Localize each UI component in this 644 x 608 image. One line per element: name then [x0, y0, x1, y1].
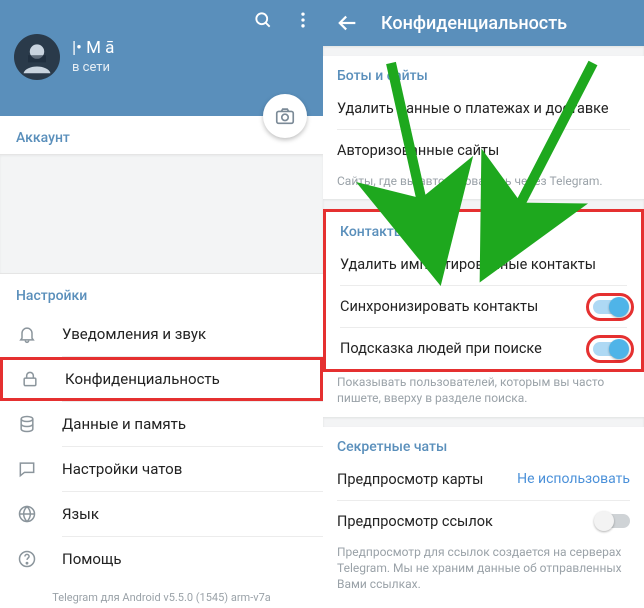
- sync-contacts-toggle[interactable]: [593, 300, 627, 314]
- page-title: Конфиденциальность: [381, 13, 567, 34]
- authorized-sites[interactable]: Авторизованные сайты: [323, 130, 644, 171]
- username: |• M ā: [72, 38, 114, 58]
- chat-icon: [16, 459, 38, 479]
- blank-area: [0, 154, 323, 274]
- settings-item-label: Настройки чатов: [62, 460, 182, 478]
- settings-item-label: Конфиденциальность: [65, 370, 220, 388]
- bots-section-title: Боты и сайты: [323, 56, 644, 88]
- contacts-section-title: Контакты: [326, 212, 641, 244]
- link-preview-toggle[interactable]: [596, 514, 630, 528]
- secret-chats-section-title: Секретные чаты: [323, 427, 644, 459]
- secret-help: Предпросмотр для ссылок создается на сер…: [323, 542, 644, 603]
- settings-item-label: Уведомления и звук: [62, 325, 206, 343]
- map-preview-row[interactable]: Предпросмотр карты Не использовать: [323, 459, 644, 500]
- suggest-people-toggle[interactable]: [593, 342, 627, 356]
- avatar[interactable]: [14, 34, 60, 80]
- back-icon[interactable]: [337, 12, 359, 34]
- bell-icon: [16, 324, 38, 344]
- settings-item-data[interactable]: Данные и память: [0, 402, 323, 446]
- settings-section-title: Настройки: [0, 274, 323, 312]
- help-icon: [16, 549, 38, 569]
- user-status: в сети: [72, 60, 110, 75]
- sync-contacts-row[interactable]: Синхронизировать контакты: [326, 286, 641, 327]
- contacts-highlighted-block: Контакты Удалить импортированные контакт…: [323, 209, 644, 372]
- settings-item-chat[interactable]: Настройки чатов: [0, 447, 323, 491]
- globe-icon: [16, 504, 38, 524]
- suggest-people-row[interactable]: Подсказка людей при поиске: [326, 328, 641, 369]
- settings-item-notifications[interactable]: Уведомления и звук: [0, 312, 323, 356]
- settings-item-help[interactable]: Помощь: [0, 537, 323, 581]
- settings-item-language[interactable]: Язык: [0, 492, 323, 536]
- footer-version: Telegram для Android v5.5.0 (1545) arm-v…: [0, 581, 323, 608]
- map-preview-value: Не использовать: [517, 471, 630, 487]
- settings-item-label: Данные и память: [62, 415, 186, 433]
- privacy-header: Конфиденциальность: [323, 0, 644, 46]
- search-icon[interactable]: [253, 10, 273, 30]
- delete-payment-data[interactable]: Удалить данные о платежах и доставке: [323, 88, 644, 129]
- camera-button[interactable]: [263, 94, 307, 138]
- database-icon: [16, 414, 38, 434]
- settings-item-privacy[interactable]: Конфиденциальность: [0, 357, 323, 401]
- contacts-help: Показывать пользователей, которым вы час…: [323, 372, 644, 416]
- settings-item-label: Помощь: [62, 550, 122, 568]
- delete-imported-contacts[interactable]: Удалить импортированные контакты: [326, 244, 641, 285]
- lock-icon: [19, 369, 41, 389]
- link-preview-row[interactable]: Предпросмотр ссылок: [323, 501, 644, 542]
- more-icon[interactable]: [293, 10, 313, 30]
- bots-help: Сайты, где вы авторизовались через Teleg…: [323, 171, 644, 199]
- settings-item-label: Язык: [62, 505, 99, 523]
